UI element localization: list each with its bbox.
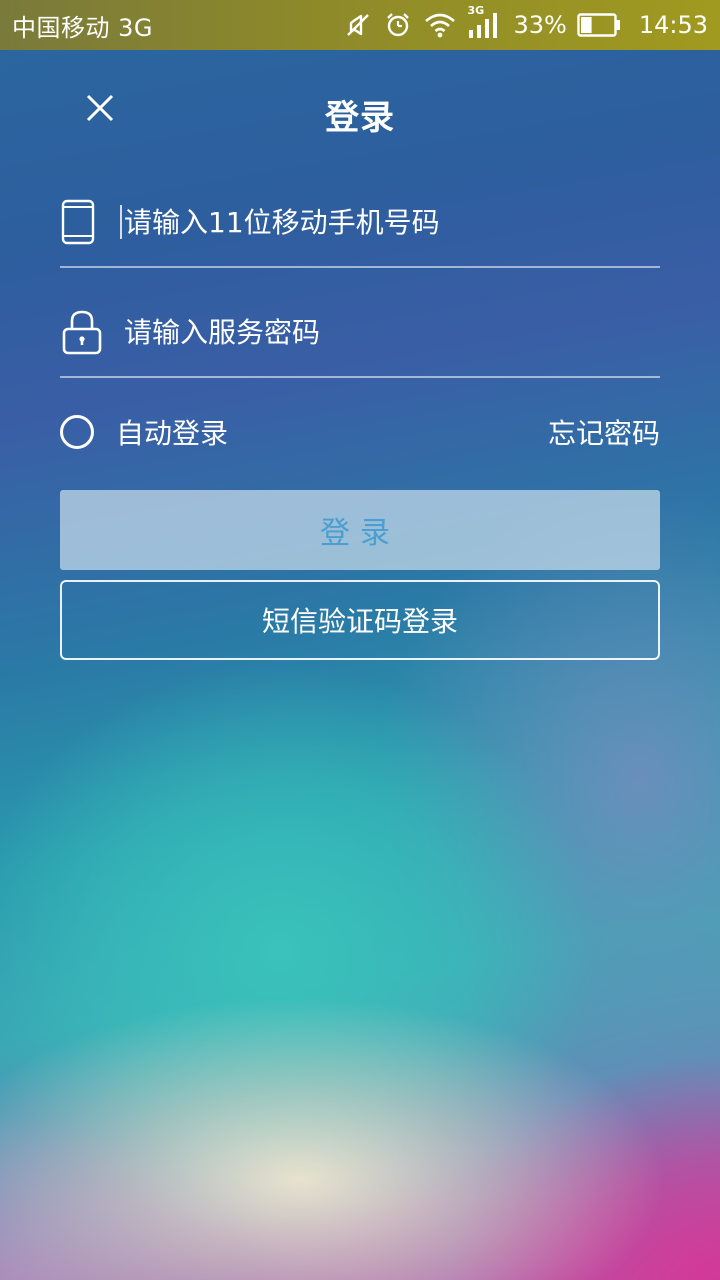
- auto-login-toggle[interactable]: 自动登录: [60, 412, 228, 452]
- sms-login-button[interactable]: 短信验证码登录: [60, 580, 660, 660]
- title-bar: 登录: [0, 50, 720, 170]
- phone-input[interactable]: [124, 192, 660, 252]
- phone-field[interactable]: [60, 178, 660, 268]
- page-title: 登录: [325, 98, 395, 138]
- mute-icon: [343, 10, 373, 40]
- network-badge: 3G: [467, 4, 485, 17]
- status-icons: 3G 33% 14:53: [343, 4, 708, 40]
- signal-icon: 3G: [467, 4, 501, 40]
- clock-time: 14:53: [638, 11, 708, 39]
- password-field[interactable]: [60, 288, 660, 378]
- battery-icon: [577, 12, 621, 38]
- battery-percent: 33%: [513, 11, 567, 39]
- wifi-icon: [423, 10, 457, 40]
- password-input[interactable]: [124, 302, 660, 362]
- forgot-password-link[interactable]: 忘记密码: [548, 412, 660, 452]
- auto-login-radio[interactable]: [60, 415, 94, 449]
- carrier-name: 中国移动 3G: [12, 13, 153, 42]
- auto-login-label: 自动登录: [116, 417, 229, 450]
- status-bar: 中国移动 3G 3G 33% 14:53: [0, 0, 720, 50]
- alarm-icon: [383, 10, 413, 40]
- lock-icon: [60, 302, 120, 362]
- login-button[interactable]: 登录: [60, 490, 660, 570]
- phone-icon: [60, 192, 120, 252]
- login-options-row: 自动登录 忘记密码: [60, 405, 660, 459]
- text-caret: [120, 205, 122, 239]
